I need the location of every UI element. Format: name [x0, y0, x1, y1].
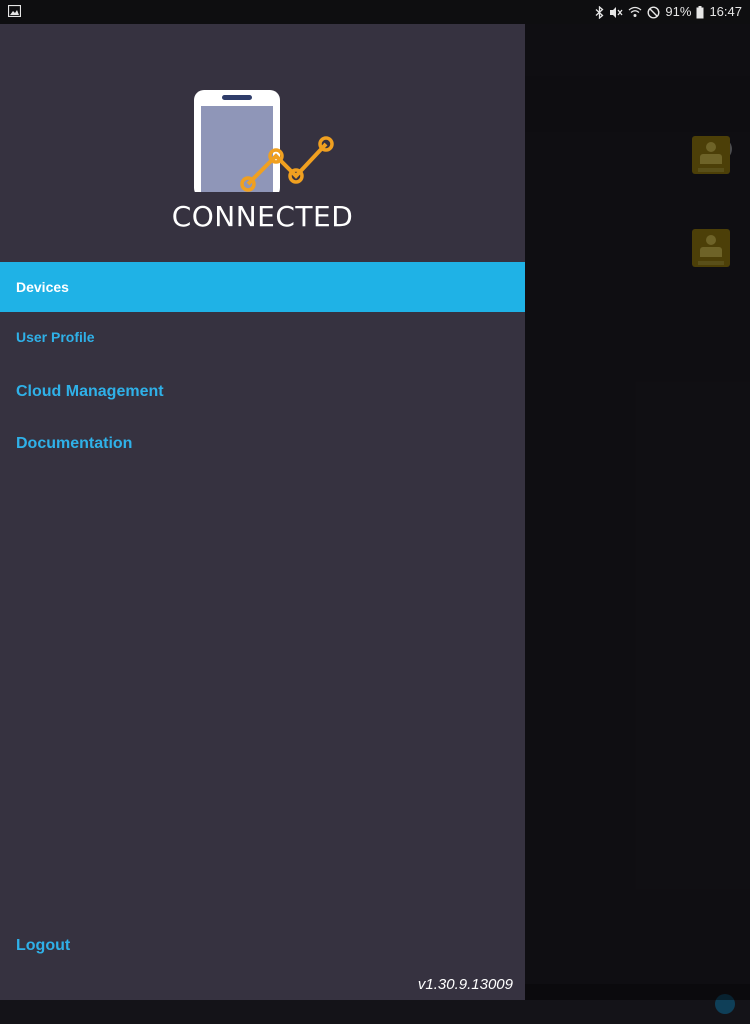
nav-item-user-profile[interactable]: User Profile — [0, 312, 525, 362]
battery-icon — [696, 5, 704, 18]
app-version: v1.30.9.13009 — [417, 976, 513, 993]
clock: 16:47 — [709, 4, 742, 19]
navigation-drawer: CONNECTED Devices User Profile Cloud Man… — [0, 24, 525, 1000]
nav-item-devices[interactable]: Devices — [0, 262, 525, 312]
logout-button[interactable]: Logout — [0, 921, 525, 971]
image-icon — [8, 5, 21, 17]
status-bar: 91% 16:47 — [0, 0, 750, 24]
brand-title: CONNECTED — [171, 200, 354, 233]
wifi-icon — [629, 6, 642, 17]
mute-icon — [610, 6, 623, 18]
connected-logo-icon — [194, 90, 334, 192]
nav-item-documentation[interactable]: Documentation — [0, 419, 525, 469]
do-not-disturb-icon — [647, 5, 660, 19]
nav-item-cloud-management[interactable]: Cloud Management — [0, 367, 525, 417]
bluetooth-icon — [595, 5, 604, 19]
battery-percent: 91% — [665, 4, 692, 19]
